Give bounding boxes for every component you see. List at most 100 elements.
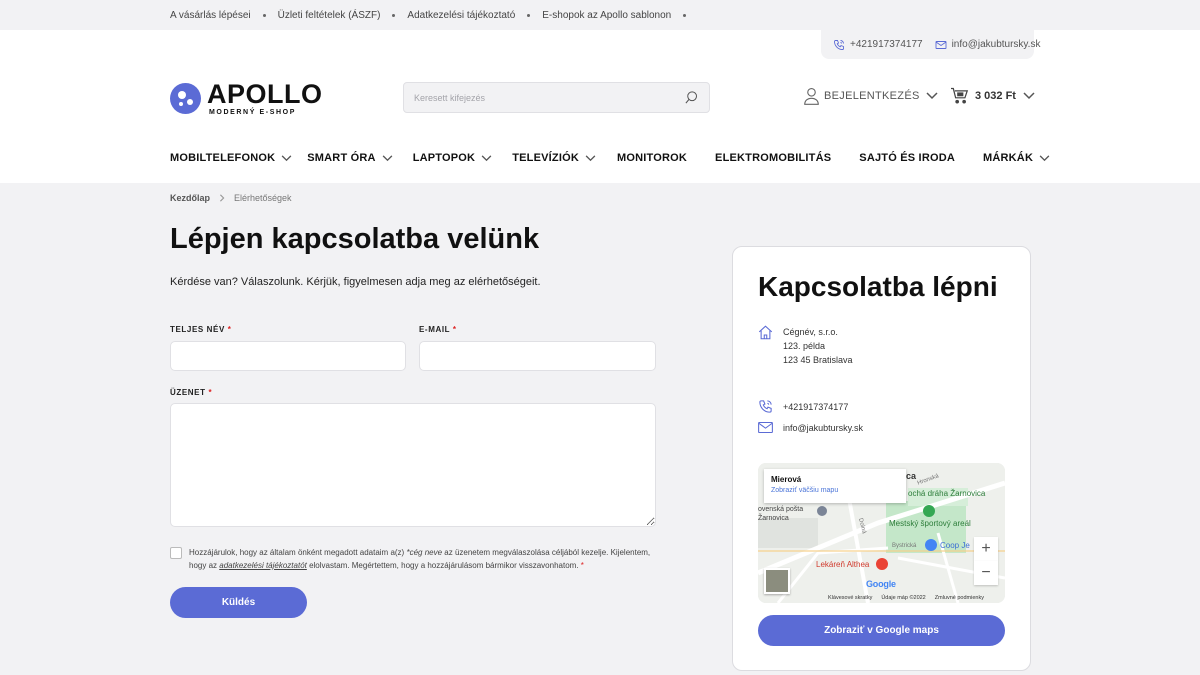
google-logo: Google [866,579,896,589]
login-label: BEJELENTKEZÉS [824,90,920,102]
chevron-down-icon [382,154,393,161]
cart-icon [951,87,969,104]
header-phone-text: +421917374177 [850,39,923,50]
message-textarea[interactable] [170,403,656,527]
top-link-buying-steps[interactable]: A vásárlás lépései [170,10,251,21]
map-label-coop: Coop Je [940,541,970,550]
user-icon [804,87,819,105]
nav-item-smart-ora[interactable]: SMART ÓRA [307,152,393,164]
breadcrumb-home[interactable]: Kezdőlap [170,193,210,203]
login-button[interactable]: BEJELENTKEZÉS [804,87,943,105]
header-email-text: info@jakubtursky.sk [951,39,1041,50]
map-zoom-in-button[interactable]: + [974,537,998,561]
map-data: Údaje máp ©2022 [881,594,926,601]
consent-text: Hozzájárulok, hogy az általam önként meg… [189,546,659,572]
main-navigation: MOBILTELEFONOK SMART ÓRA LAPTOPOK TELEVÍ… [170,146,1050,170]
consent-row: Hozzájárulok, hogy az általam önként meg… [170,546,659,572]
site-logo[interactable]: APOLLO MODERNÝ E-SHOP [170,78,323,116]
map-place-name: Mierová [771,475,802,484]
contact-address: Cégnév, s.r.o. 123. példa 123 45 Bratisl… [758,325,853,367]
map-keyboard-shortcuts[interactable]: Klávesové skratky [828,595,872,601]
contact-email[interactable]: info@jakubtursky.sk [758,421,863,434]
nav-item-monitorok[interactable]: MONITOROK [617,152,687,164]
email-label-text: E-MAIL [419,325,451,334]
contact-email-text: info@jakubtursky.sk [783,422,863,433]
mail-icon [935,40,947,49]
contact-phone[interactable]: +421917374177 [758,399,848,414]
logo-main-text: APOLLO [207,78,323,109]
header-email[interactable]: info@jakubtursky.sk [935,39,1041,51]
name-label: TELJES NÉV * [170,325,231,334]
separator-dot [683,13,687,17]
consent-company: *cég neve [406,548,443,557]
header-contact-bar: +421917374177 info@jakubtursky.sk [821,30,1040,59]
google-map-embed[interactable]: ovenská pošta Žarnovica ochá dráha Žarno… [758,463,1005,603]
map-footer: Klávesové skratky Údaje máp ©2022 Zmluvn… [828,592,993,603]
search-icon[interactable] [684,90,699,105]
message-label: ÜZENET * [170,388,212,397]
address-company: Cégnév, s.r.o. [783,327,838,337]
separator-dot [262,13,266,17]
required-mark: * [452,325,457,334]
chevron-down-icon [281,154,292,161]
privacy-policy-link[interactable]: adatkezelési tájékoztatót [219,561,307,570]
submit-button[interactable]: Küldés [170,587,307,618]
nav-label: MÁRKÁK [983,152,1034,164]
view-larger-map-link[interactable]: Zobraziť väčšiu mapu [771,487,899,494]
separator-dot [527,13,531,17]
nav-item-televiziok[interactable]: TELEVÍZIÓK [512,152,596,164]
nav-item-sajto-es-iroda[interactable]: SAJTÓ ÉS IRODA [859,152,955,164]
breadcrumb-current: Elérhetőségek [234,193,292,203]
phone-icon [759,400,772,413]
search-bar [403,82,710,113]
chevron-down-icon [1039,154,1050,161]
nav-label: TELEVÍZIÓK [512,152,579,164]
full-name-input[interactable] [170,341,406,371]
search-input[interactable] [414,92,684,103]
home-icon [758,325,773,340]
top-link-terms[interactable]: Üzleti feltételek (ÁSZF) [278,10,381,21]
nav-label: MONITOROK [616,152,688,164]
chevron-right-icon [220,194,225,202]
nav-label: SMART ÓRA [307,152,376,164]
chevron-down-icon [926,92,938,100]
address-street: 123. példa [783,341,826,351]
logo-wordmark: APOLLO MODERNÝ E-SHOP [207,78,323,116]
logo-tagline: MODERNÝ E-SHOP [209,108,296,116]
mail-icon [758,421,773,434]
email-input[interactable] [419,341,656,371]
email-label: E-MAIL * [419,325,457,334]
map-zoom-out-button[interactable]: − [974,561,998,585]
map-label-pharmacy: Lekáreň Althea [816,560,870,569]
nav-label: LAPTOPOK [412,152,476,164]
map-place-popup: Mierová Zobraziť väčšiu mapu [764,469,906,503]
required-mark: * [227,325,232,334]
map-label-stadium: Mestský športový areál [889,519,971,528]
top-link-eshops[interactable]: E-shopok az Apollo sablonon [542,10,671,21]
map-satellite-toggle[interactable] [764,568,790,594]
cart-button[interactable]: 3 032 Ft [950,87,1041,104]
map-terms[interactable]: Zmluvné podmienky [935,595,984,601]
chevron-down-icon [585,154,596,161]
nav-item-mobiltelefonok[interactable]: MOBILTELEFONOK [170,152,292,164]
contact-phone-text: +421917374177 [783,401,849,412]
header-phone[interactable]: +421917374177 [833,39,923,51]
consent-checkbox[interactable] [170,547,182,559]
consent-text-part3: elolvastam. Megértettem, hogy a hozzájár… [306,561,579,570]
nav-item-markak[interactable]: MÁRKÁK [983,152,1050,164]
required-mark: * [580,561,584,570]
required-mark: * [208,388,213,397]
map-label-railway: ochá dráha Žarnovica [908,489,986,498]
cart-total: 3 032 Ft [975,89,1016,102]
top-link-privacy[interactable]: Adatkezelési tájékoztató [407,10,515,21]
map-label-town: ca [906,471,917,481]
nav-item-laptopok[interactable]: LAPTOPOK [413,152,493,164]
top-utility-bar: A vásárlás lépései Üzleti feltételek (ÁS… [0,0,1200,30]
page-intro: Kérdése van? Válaszolunk. Kérjük, figyel… [170,276,541,288]
nav-item-elektromobilitas[interactable]: ELEKTROMOBILITÁS [715,152,831,164]
open-google-maps-button[interactable]: Zobraziť v Google maps [758,615,1005,646]
address-city: 123 45 Bratislava [783,355,853,365]
contact-card: Kapcsolatba lépni Cégnév, s.r.o. 123. pé… [732,246,1031,671]
map-label-post: ovenská pošta Žarnovica [758,506,804,522]
consent-text-part1: Hozzájárulok, hogy az általam önként meg… [189,548,407,557]
